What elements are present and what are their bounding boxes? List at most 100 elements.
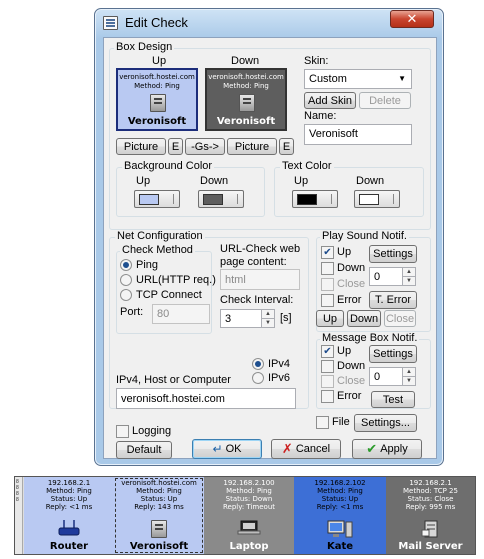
skin-combo[interactable]: Custom ▼ xyxy=(304,69,412,89)
sound-up-checkbox[interactable]: ✔ xyxy=(321,246,334,259)
port-input[interactable]: 80 xyxy=(152,304,210,324)
msgbox-test-button[interactable]: Test xyxy=(371,391,415,408)
sound-test-close-button[interactable]: Close xyxy=(384,310,416,327)
msgbox-down-checkbox[interactable] xyxy=(321,360,334,373)
window-title: Edit Check xyxy=(125,15,188,30)
preview-up-box[interactable]: veronisoft.hostei.com Method: Ping Veron… xyxy=(116,68,198,131)
spin-down-icon[interactable]: ▼ xyxy=(262,319,274,328)
preview-up-host: veronisoft.hostei.com xyxy=(119,73,195,81)
msgbox-error-checkbox[interactable] xyxy=(321,390,334,403)
tile-veronisoft[interactable]: veronisoft.hostei.com Method: Ping Statu… xyxy=(114,477,204,554)
file-checkbox[interactable] xyxy=(316,416,329,429)
sound-test-down-button[interactable]: Down xyxy=(347,310,381,327)
tile-reply: Reply: Timeout xyxy=(222,503,276,511)
sound-spinner[interactable]: ▲ ▼ xyxy=(402,267,416,286)
bg-down-label: Down xyxy=(200,175,229,187)
method-url-radio[interactable] xyxy=(120,274,132,286)
sound-settings-button[interactable]: Settings xyxy=(369,245,417,263)
sound-test-up-button[interactable]: Up xyxy=(316,310,344,327)
spin-up-icon[interactable]: ▲ xyxy=(403,368,415,377)
tile-status: Status: Down xyxy=(225,495,273,503)
tile-kate[interactable]: 192.168.2.102 Method: Ping Status: Up Re… xyxy=(294,477,386,554)
edit-down-picture-button[interactable]: E xyxy=(279,138,294,155)
msgbox-close-checkbox[interactable] xyxy=(321,375,334,388)
msgbox-up-checkbox[interactable]: ✔ xyxy=(321,345,334,358)
tile-bar-grip[interactable]: 8 8 8 8 xyxy=(15,477,23,554)
msgbox-settings-button[interactable]: Settings xyxy=(369,345,417,363)
bg-up-color-button[interactable] xyxy=(134,190,180,208)
bg-down-swatch xyxy=(203,194,223,205)
logging-checkbox[interactable] xyxy=(116,425,129,438)
check-interval-unit: [s] xyxy=(280,312,292,324)
msgbox-up-label: Up xyxy=(337,345,352,357)
bg-up-label: Up xyxy=(136,175,151,187)
text-color-legend: Text Color xyxy=(280,160,334,172)
apply-button[interactable]: ✔ Apply xyxy=(352,439,422,459)
spin-up-icon[interactable]: ▲ xyxy=(403,268,415,277)
checkmark-icon: ✔ xyxy=(366,441,378,456)
preview-down-box[interactable]: veronisoft.hostei.com Method: Ping Veron… xyxy=(205,68,287,131)
picture-up-button[interactable]: Picture xyxy=(116,138,166,155)
spin-down-icon[interactable]: ▼ xyxy=(403,277,415,286)
method-ping-radio[interactable] xyxy=(120,259,132,271)
tile-name: Mail Server xyxy=(398,541,463,552)
default-button[interactable]: Default xyxy=(116,441,172,459)
ok-button-label: OK xyxy=(225,443,242,455)
ok-button[interactable]: ↵ OK xyxy=(192,439,262,459)
tile-ip: 192.168.2.1 xyxy=(47,479,91,487)
file-settings-button[interactable]: Settings... xyxy=(354,414,417,432)
method-tcp-radio[interactable] xyxy=(120,289,132,301)
net-configuration-legend: Net Configuration xyxy=(115,230,205,242)
spin-down-icon[interactable]: ▼ xyxy=(403,377,415,386)
close-window-button[interactable]: ✕ xyxy=(390,10,434,28)
sound-spin-input[interactable]: 0 xyxy=(369,267,403,286)
check-interval-label: Check Interval: xyxy=(220,294,294,306)
ipv4-label: IPv4 xyxy=(268,358,291,370)
check-interval-spinner[interactable]: ▲ ▼ xyxy=(261,309,275,328)
ipv6-radio[interactable] xyxy=(252,372,264,384)
cancel-button[interactable]: ✗ Cancel xyxy=(271,439,341,459)
preview-down-method: Method: Ping xyxy=(223,82,269,90)
tile-method: Method: Ping xyxy=(136,487,182,495)
msgbox-spin-input[interactable]: 0 xyxy=(369,367,403,386)
check-interval-input[interactable]: 3 xyxy=(220,309,262,328)
bg-down-color-button[interactable] xyxy=(198,190,244,208)
url-check-input[interactable]: html xyxy=(220,269,300,290)
tile-mail-server[interactable]: 192.168.2.1 Method: TCP 25 Status: Close… xyxy=(386,477,475,554)
sound-terror-button[interactable]: T. Error xyxy=(369,291,417,309)
preview-down-name: Veronisoft xyxy=(216,116,276,127)
tile-reply: Reply: <1 ms xyxy=(316,503,364,511)
tile-ip: veronisoft.hostei.com xyxy=(121,479,197,487)
tile-router[interactable]: 192.168.2.1 Method: Ping Status: Up Repl… xyxy=(24,477,114,554)
tile-name: Laptop xyxy=(229,541,269,552)
title-bar[interactable]: Edit Check ✕ xyxy=(95,9,443,37)
skin-label: Skin: xyxy=(304,55,329,67)
text-down-color-button[interactable] xyxy=(354,190,400,208)
ipv6-label: IPv6 xyxy=(268,372,291,384)
picture-down-button[interactable]: Picture xyxy=(227,138,277,155)
ipv4-radio[interactable] xyxy=(252,358,264,370)
sound-close-checkbox[interactable] xyxy=(321,278,334,291)
preview-up-name: Veronisoft xyxy=(127,116,187,127)
text-up-color-button[interactable] xyxy=(292,190,338,208)
preview-up-method: Method: Ping xyxy=(134,82,180,90)
edit-up-picture-button[interactable]: E xyxy=(168,138,183,155)
copy-gs-button[interactable]: -Gs-> xyxy=(185,138,225,155)
preview-down-label: Down xyxy=(231,55,260,67)
add-skin-button[interactable]: Add Skin xyxy=(304,92,356,109)
msgbox-error-label: Error xyxy=(337,390,362,402)
tile-method: Method: Ping xyxy=(317,487,363,495)
delete-skin-button[interactable]: Delete xyxy=(359,92,411,109)
name-input[interactable]: Veronisoft xyxy=(304,124,412,145)
host-input[interactable]: veronisoft.hostei.com xyxy=(116,388,296,409)
preview-down-host: veronisoft.hostei.com xyxy=(208,73,284,81)
tile-reply: Reply: 995 ms xyxy=(405,503,456,511)
sound-error-checkbox[interactable] xyxy=(321,294,334,307)
spin-up-icon[interactable]: ▲ xyxy=(262,310,274,319)
tile-name: Router xyxy=(49,541,89,552)
sound-down-checkbox[interactable] xyxy=(321,262,334,275)
chevron-down-icon: ▼ xyxy=(398,74,406,83)
tile-laptop[interactable]: 192.168.2.100 Method: Ping Status: Down … xyxy=(204,477,294,554)
tile-method: Method: TCP 25 xyxy=(403,487,458,495)
msgbox-spinner[interactable]: ▲ ▼ xyxy=(402,367,416,386)
